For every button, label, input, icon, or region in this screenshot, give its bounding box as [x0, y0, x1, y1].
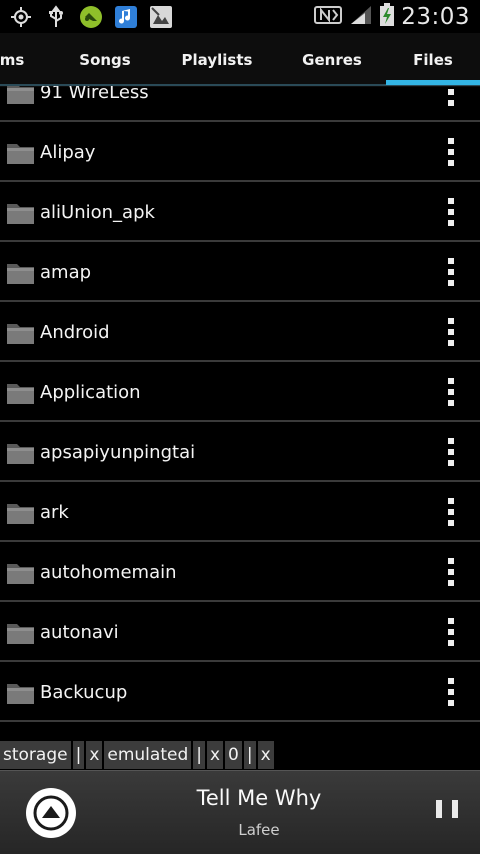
pause-button[interactable] — [436, 800, 458, 826]
music-app-icon — [113, 4, 139, 30]
more-vert-icon — [448, 138, 454, 144]
tab-playlists[interactable]: Playlists — [164, 33, 270, 87]
more-vert-icon — [448, 438, 454, 444]
breadcrumb: storage | x emulated | x 0 | x — [0, 740, 274, 770]
status-bar-notifications — [8, 3, 174, 30]
overflow-menu-button[interactable] — [441, 618, 461, 646]
tab-bar: ms Songs Playlists Genres Files — [0, 33, 480, 87]
folder-name: ark — [40, 501, 69, 523]
folder-icon — [7, 504, 34, 524]
overflow-menu-button[interactable] — [441, 258, 461, 286]
list-item[interactable]: Android — [0, 302, 480, 362]
gps-icon — [8, 4, 34, 30]
breadcrumb-segment[interactable]: 0 — [225, 741, 242, 769]
folder-icon — [7, 564, 34, 584]
list-item[interactable]: aliUnion_apk — [0, 182, 480, 242]
breadcrumb-segment[interactable]: storage — [0, 741, 71, 769]
breadcrumb-separator: | — [193, 741, 205, 769]
overflow-menu-button[interactable] — [441, 318, 461, 346]
folder-icon — [7, 144, 34, 164]
now-playing-title: Tell Me Why — [196, 786, 322, 810]
tab-albums[interactable]: ms — [0, 33, 38, 87]
folder-icon — [7, 264, 34, 284]
folder-icon — [7, 384, 34, 404]
overflow-menu-button[interactable] — [441, 138, 461, 166]
status-bar: 23:03 — [0, 0, 480, 33]
pause-icon — [436, 800, 442, 818]
overflow-menu-button[interactable] — [441, 498, 461, 526]
overflow-menu-button[interactable] — [441, 558, 461, 586]
list-item[interactable]: amap — [0, 242, 480, 302]
overflow-menu-button[interactable] — [441, 86, 461, 106]
overflow-menu-button[interactable] — [441, 678, 461, 706]
more-vert-icon — [448, 678, 454, 684]
battery-charging-icon — [379, 2, 395, 31]
folder-name: amap — [40, 261, 92, 283]
tab-selected-indicator — [386, 80, 480, 85]
more-vert-icon — [448, 558, 454, 564]
overflow-menu-button[interactable] — [441, 438, 461, 466]
breadcrumb-separator: | — [72, 741, 85, 769]
list-item[interactable]: autohomemain — [0, 542, 480, 602]
chevron-up-icon — [33, 795, 69, 831]
folder-name: Android — [40, 321, 110, 343]
now-playing-bar[interactable]: Tell Me Why Lafee — [0, 770, 480, 854]
overflow-menu-button[interactable] — [441, 198, 461, 226]
list-item[interactable]: Application — [0, 362, 480, 422]
list-item[interactable]: ark — [0, 482, 480, 542]
breadcrumb-close-button[interactable]: x — [86, 741, 103, 769]
folder-name: autonavi — [40, 621, 119, 643]
game-icon — [78, 4, 104, 30]
more-vert-icon — [448, 378, 454, 384]
expand-player-button[interactable] — [26, 788, 76, 838]
folder-icon — [7, 204, 34, 224]
list-item[interactable]: Alipay — [0, 122, 480, 182]
folder-name: Backucup — [40, 681, 128, 703]
tab-genres[interactable]: Genres — [284, 33, 380, 87]
breadcrumb-close-button[interactable]: x — [257, 741, 274, 769]
usb-icon — [43, 4, 69, 30]
list-item[interactable]: autonavi — [0, 602, 480, 662]
folder-name: autohomemain — [40, 561, 177, 583]
image-icon — [148, 4, 174, 30]
more-vert-icon — [448, 258, 454, 264]
list-item[interactable]: 91 WireLess — [0, 86, 480, 122]
folder-icon — [7, 444, 34, 464]
folder-icon — [7, 684, 34, 704]
breadcrumb-separator: | — [243, 741, 256, 769]
breadcrumb-close-button[interactable]: x — [206, 741, 224, 769]
breadcrumb-segment[interactable]: emulated — [104, 741, 192, 769]
status-bar-system: 23:03 — [313, 0, 470, 33]
more-vert-icon — [448, 498, 454, 504]
more-vert-icon — [448, 618, 454, 624]
overflow-menu-button[interactable] — [441, 378, 461, 406]
folder-icon — [7, 86, 34, 104]
folder-name: Alipay — [40, 141, 96, 163]
tab-songs[interactable]: Songs — [60, 33, 150, 87]
folder-list[interactable]: 91 WireLess Alipay aliUnion_apkamap Android… — [0, 86, 480, 736]
signal-icon — [349, 4, 373, 30]
nfc-icon — [313, 4, 343, 30]
folder-name: 91 WireLess — [40, 86, 149, 103]
folder-name: aliUnion_apk — [40, 201, 155, 223]
more-vert-icon — [448, 318, 454, 324]
clock: 23:03 — [401, 3, 470, 30]
list-item[interactable]: Backucup — [0, 662, 480, 722]
folder-icon — [7, 624, 34, 644]
list-item[interactable]: apsapiyunpingtai — [0, 422, 480, 482]
folder-name: apsapiyunpingtai — [40, 441, 196, 463]
folder-icon — [7, 324, 34, 344]
more-vert-icon — [448, 198, 454, 204]
folder-name: Application — [40, 381, 141, 403]
tab-files[interactable]: Files — [386, 33, 480, 87]
now-playing-artist: Lafee — [238, 821, 280, 839]
